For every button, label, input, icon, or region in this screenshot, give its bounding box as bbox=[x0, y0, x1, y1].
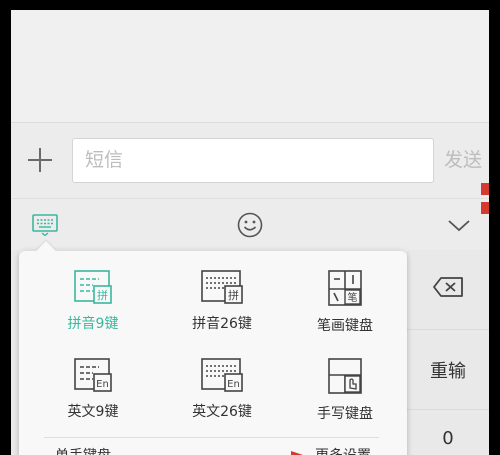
zero-key[interactable]: 0 bbox=[407, 410, 489, 455]
english-26-icon: En bbox=[162, 357, 282, 393]
option-english-26[interactable]: En 英文26键 bbox=[162, 357, 282, 443]
keyboard-type-popup: 拼 拼音9键 拼 拼音26键 笔 笔画键盘 En 英文9键 En 英文26键 手… bbox=[19, 241, 407, 455]
option-handwriting[interactable]: 手写键盘 bbox=[285, 357, 405, 443]
red-arrow-annotation bbox=[291, 451, 303, 455]
option-label: 笔画键盘 bbox=[317, 318, 373, 334]
option-stroke[interactable]: 笔 笔画键盘 bbox=[285, 269, 405, 355]
svg-text:拼: 拼 bbox=[228, 288, 239, 302]
keyboard-toolbar bbox=[11, 198, 489, 250]
red-marker bbox=[481, 202, 489, 214]
option-pinyin-26[interactable]: 拼 拼音26键 bbox=[162, 269, 282, 355]
svg-text:En: En bbox=[96, 379, 109, 390]
screen: 短信 发送 重输 0 拼 拼音9键 拼 拼音26键 笔 笔画键盘 En 英文9键… bbox=[11, 10, 489, 455]
compose-bar: 短信 发送 bbox=[11, 122, 489, 198]
option-label: 拼音26键 bbox=[192, 316, 252, 332]
svg-text:拼: 拼 bbox=[97, 288, 108, 302]
handwriting-icon bbox=[285, 357, 405, 395]
zero-label: 0 bbox=[442, 428, 454, 449]
backspace-key[interactable] bbox=[407, 250, 489, 330]
chevron-down-icon[interactable] bbox=[445, 213, 473, 237]
redo-key[interactable]: 重输 bbox=[407, 330, 489, 410]
sms-input[interactable]: 短信 bbox=[72, 138, 434, 183]
option-label: 英文9键 bbox=[67, 404, 119, 420]
option-label: 英文26键 bbox=[192, 404, 252, 420]
keyboard-icon[interactable] bbox=[32, 214, 58, 237]
option-pinyin-9[interactable]: 拼 拼音9键 bbox=[33, 269, 153, 355]
svg-text:En: En bbox=[227, 379, 240, 390]
pinyin-9-icon: 拼 bbox=[33, 269, 153, 305]
pinyin-26-icon: 拼 bbox=[162, 269, 282, 305]
smiley-icon[interactable] bbox=[236, 211, 264, 239]
send-button[interactable]: 发送 bbox=[444, 138, 482, 183]
red-marker bbox=[481, 183, 489, 195]
svg-text:笔: 笔 bbox=[348, 291, 358, 304]
option-english-9[interactable]: En 英文9键 bbox=[33, 357, 153, 443]
keyboard-side-keys: 重输 0 bbox=[407, 250, 489, 455]
keyboard-left-edge bbox=[11, 250, 19, 455]
option-label: 拼音9键 bbox=[67, 316, 119, 332]
single-hand-keyboard-button[interactable]: 单手键盘 bbox=[55, 445, 111, 455]
message-area bbox=[11, 10, 489, 122]
popup-divider bbox=[44, 437, 379, 438]
more-settings-button[interactable]: 更多设置 bbox=[315, 445, 371, 455]
add-attachment-button[interactable] bbox=[25, 145, 55, 175]
option-label: 手写键盘 bbox=[317, 406, 373, 422]
english-9-icon: En bbox=[33, 357, 153, 393]
backspace-icon bbox=[432, 276, 464, 303]
redo-label: 重输 bbox=[430, 360, 466, 382]
stroke-keyboard-icon: 笔 bbox=[285, 269, 405, 307]
